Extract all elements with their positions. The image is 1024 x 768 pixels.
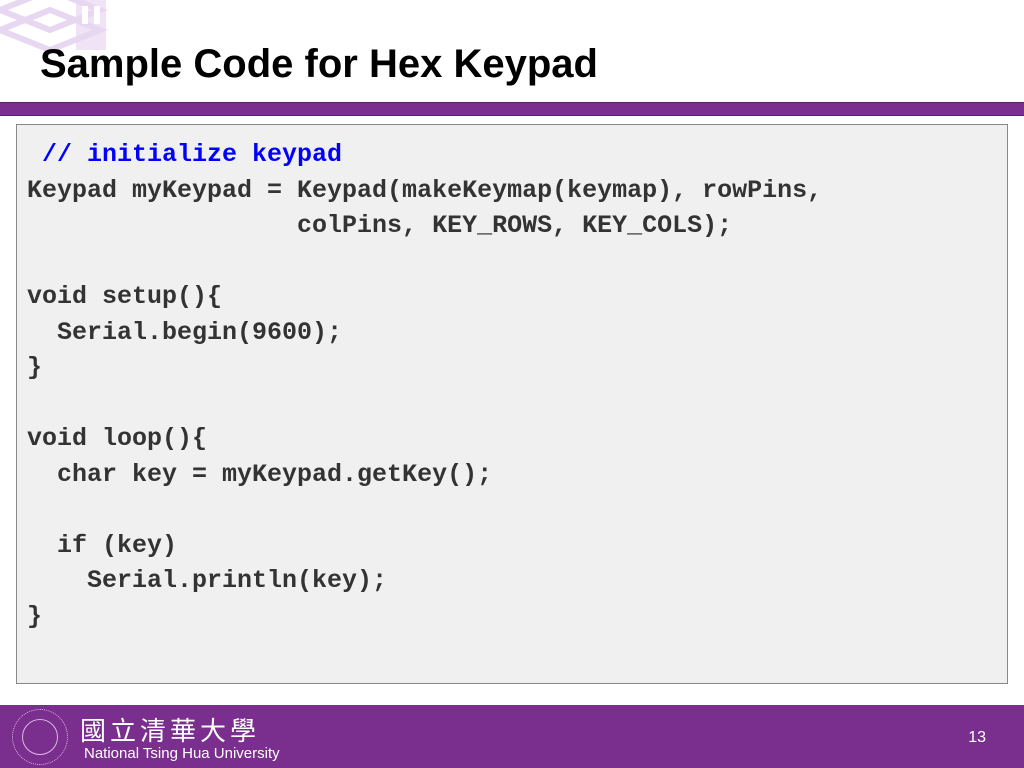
code-line: Serial.println(key);: [27, 566, 387, 595]
university-name-chinese: 國立清華大學: [80, 711, 260, 748]
code-line: if (key): [27, 531, 177, 560]
university-seal-icon: [12, 709, 68, 765]
code-block: // initialize keypad Keypad myKeypad = K…: [16, 124, 1008, 684]
code-comment: // initialize keypad: [27, 140, 342, 169]
code-line: colPins, KEY_ROWS, KEY_COLS);: [27, 211, 732, 240]
university-name-english: National Tsing Hua University: [84, 745, 280, 762]
code-line: char key = myKeypad.getKey();: [27, 460, 492, 489]
title-divider-bar: [0, 102, 1024, 116]
code-line: }: [27, 353, 42, 382]
page-number: 13: [968, 729, 986, 747]
code-line: Serial.begin(9600);: [27, 318, 342, 347]
code-line: }: [27, 602, 42, 631]
code-line: void setup(){: [27, 282, 222, 311]
footer-bar: 國立清華大學 National Tsing Hua University 13: [0, 704, 1024, 768]
code-line: Keypad myKeypad = Keypad(makeKeymap(keym…: [27, 176, 822, 205]
slide-title: Sample Code for Hex Keypad: [40, 42, 598, 87]
code-line: void loop(){: [27, 424, 207, 453]
